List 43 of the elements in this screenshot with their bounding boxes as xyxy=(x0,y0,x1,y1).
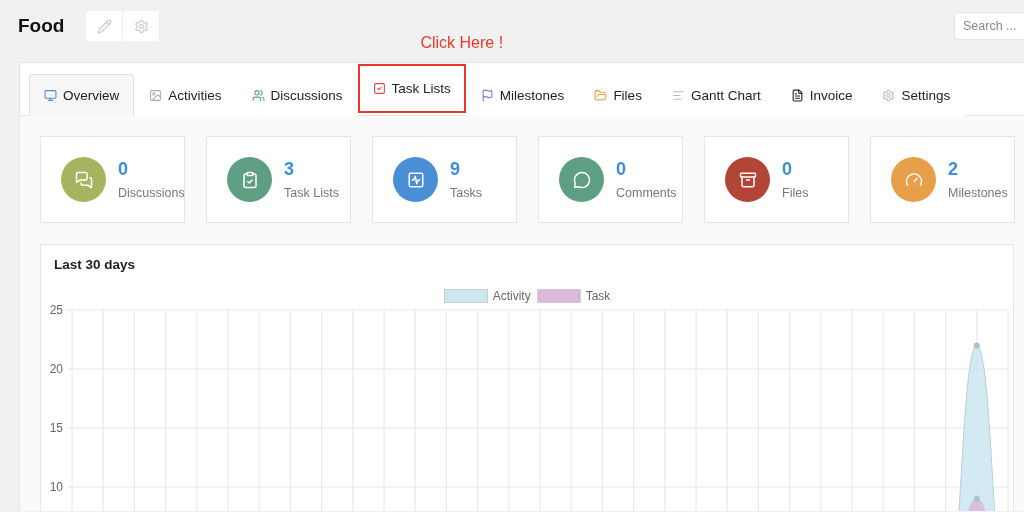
axis-label: 10 xyxy=(49,480,63,494)
pencil-icon xyxy=(96,18,112,34)
tab[interactable]: Overview xyxy=(29,74,135,116)
gauge-icon xyxy=(904,170,923,189)
clipboard-icon xyxy=(240,170,259,189)
monitor-icon xyxy=(44,88,57,102)
settings-button[interactable] xyxy=(123,11,161,41)
stat-count: 9 xyxy=(450,159,461,180)
stat-label: Task Lists xyxy=(284,186,339,200)
stat-count: 3 xyxy=(284,159,295,180)
document-icon xyxy=(790,88,804,102)
checkbox-icon xyxy=(372,82,386,95)
stat-count: 0 xyxy=(616,159,627,180)
edit-button[interactable] xyxy=(86,11,124,41)
gear-icon xyxy=(133,18,149,34)
axis-label: 20 xyxy=(49,362,63,376)
stat-label: Discussions xyxy=(118,186,185,200)
speech-bubble-icon xyxy=(572,170,591,189)
stat-label: Tasks xyxy=(450,186,482,200)
users-icon xyxy=(251,88,265,102)
stat-label: Files xyxy=(782,186,809,200)
chat-bubbles-icon xyxy=(74,170,93,189)
stat-count: 0 xyxy=(782,159,793,180)
chart-title: Last 30 days xyxy=(53,256,137,272)
stat-count: 0 xyxy=(118,159,129,180)
folder-icon xyxy=(594,88,608,102)
axis-label: 25 xyxy=(49,303,63,317)
search-field[interactable]: Search ... xyxy=(954,12,1024,40)
lines-icon xyxy=(671,88,685,102)
annotation-text: Click Here ! xyxy=(420,34,504,52)
project-title: Food xyxy=(18,15,65,37)
stat-label: Comments xyxy=(616,186,677,200)
pulse-icon xyxy=(406,170,425,189)
axis-label: 15 xyxy=(49,421,63,435)
flag-icon xyxy=(480,88,494,102)
stat-count: 2 xyxy=(948,159,959,180)
legend-label: Task xyxy=(585,289,611,303)
archive-icon xyxy=(738,170,757,189)
image-icon xyxy=(149,88,163,102)
gear-icon xyxy=(882,88,896,102)
stat-label: Milestones xyxy=(948,186,1008,200)
legend-label: Activity xyxy=(492,289,531,303)
tab[interactable]: Task Lists xyxy=(357,64,466,113)
